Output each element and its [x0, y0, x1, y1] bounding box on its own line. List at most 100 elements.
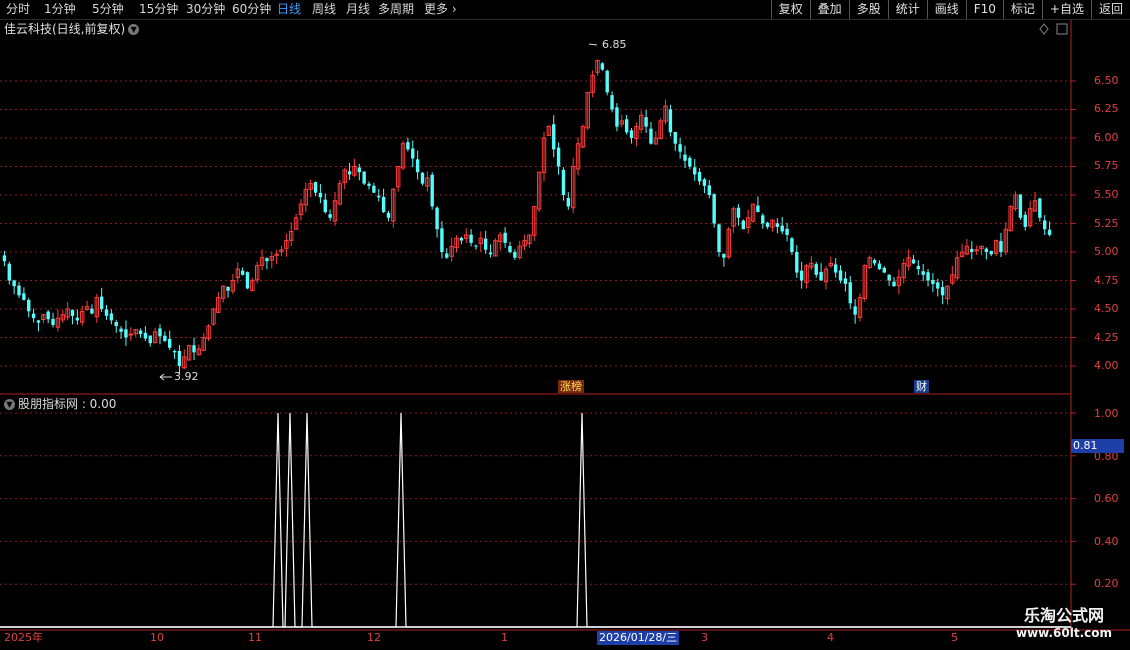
candle-body [17, 285, 21, 296]
candle-body [357, 167, 361, 173]
candle-body [882, 267, 886, 273]
candle-body [649, 128, 653, 144]
price-tick: 5.50 [1094, 188, 1119, 201]
candle-body [27, 299, 31, 312]
candle-body [469, 234, 473, 243]
candle-body [819, 271, 823, 281]
candle-body [313, 182, 318, 193]
low-marker-icon [159, 373, 172, 381]
candle-body [503, 232, 507, 243]
candle-body [741, 220, 746, 230]
indicator-title: ▼ 股朋指标网 : 0.00 [4, 396, 116, 412]
candle-body [552, 124, 556, 150]
candle-body [163, 335, 167, 341]
price-tick: 4.75 [1094, 274, 1119, 287]
candle-body [911, 259, 916, 264]
candle-body [328, 214, 332, 218]
candle-body [780, 225, 784, 232]
candle-body [90, 308, 94, 314]
candle-body [984, 248, 989, 252]
candle-body [104, 309, 109, 316]
limit-up-badge[interactable]: 涨榜 [558, 380, 584, 393]
candle-body [114, 322, 118, 327]
candle-body [702, 179, 707, 186]
candle-body [848, 282, 852, 304]
candle-body [668, 109, 673, 133]
candle-body [936, 282, 940, 289]
watermark-url: www.60lt.com [1015, 626, 1113, 640]
diamond-icon[interactable] [1039, 23, 1049, 35]
candle-body [2, 255, 7, 262]
candle-body [1043, 220, 1047, 230]
candle-body [31, 313, 36, 319]
date-label: 11 [248, 631, 262, 644]
candle-body [736, 207, 741, 218]
candle-body [838, 270, 843, 281]
candle-body [629, 130, 634, 138]
chevron-down-icon[interactable]: ▼ [4, 399, 15, 410]
candle-body [430, 174, 434, 207]
candle-body [761, 215, 765, 224]
candle-body [887, 274, 891, 281]
candle-body [916, 265, 921, 270]
candle-body [999, 241, 1003, 252]
candle-body [323, 199, 327, 213]
date-label: 10 [150, 631, 164, 644]
candle-body [833, 264, 838, 273]
candle-body [406, 142, 410, 150]
candle-body [488, 252, 493, 255]
candle-body [513, 252, 517, 258]
candle-body [1038, 198, 1042, 218]
candle-body [790, 238, 794, 252]
candle-body [46, 311, 50, 320]
candle-body [168, 338, 172, 348]
high-marker-icon [588, 43, 598, 46]
window-icon[interactable] [1056, 23, 1068, 35]
candle-body [877, 263, 882, 270]
candle-body [566, 197, 571, 207]
date-label: 5 [951, 631, 958, 644]
candle-body [318, 192, 323, 198]
candle-body [192, 345, 196, 353]
candle-body [148, 335, 152, 344]
indicator-line [0, 412, 1071, 628]
price-tick: 6.25 [1094, 102, 1119, 115]
candle-body [610, 95, 614, 110]
candle-body [843, 278, 848, 284]
candle-body [940, 286, 945, 296]
date-label: 12 [367, 631, 381, 644]
candle-body [265, 258, 269, 262]
candle-body [347, 171, 352, 175]
candle-body [158, 328, 162, 337]
candle-body [474, 245, 478, 247]
candle-body [124, 329, 128, 338]
low-price-label: 3.92 [174, 370, 199, 383]
candle-body [970, 248, 974, 252]
candle-body [814, 264, 818, 275]
candle-body [36, 320, 41, 323]
candle-body [678, 144, 682, 152]
cursor-value-readout: 0.81 [1071, 439, 1124, 453]
candle-body [22, 293, 26, 300]
candle-body [51, 318, 55, 325]
candle-body [561, 169, 566, 195]
indicator-tick: 0.60 [1094, 492, 1119, 505]
candle-body [795, 251, 799, 273]
candle-body [717, 224, 721, 252]
candle-body [615, 107, 619, 127]
kline-chart[interactable] [0, 0, 1130, 650]
candle-body [128, 333, 134, 336]
chevron-down-icon[interactable]: ▼ [128, 24, 140, 35]
candle-body [765, 222, 770, 227]
candle-body [1018, 194, 1023, 218]
candle-body [415, 159, 420, 173]
candle-body [12, 280, 16, 287]
stock-title-text: 佳云科技(日线,前复权) [4, 22, 126, 36]
candle-body [7, 263, 11, 281]
finance-badge[interactable]: 财 [914, 380, 929, 393]
price-tick: 4.50 [1094, 302, 1119, 315]
candle-body [245, 272, 250, 289]
candle-body [483, 238, 488, 250]
candle-body [70, 310, 75, 316]
candle-body [372, 185, 376, 193]
